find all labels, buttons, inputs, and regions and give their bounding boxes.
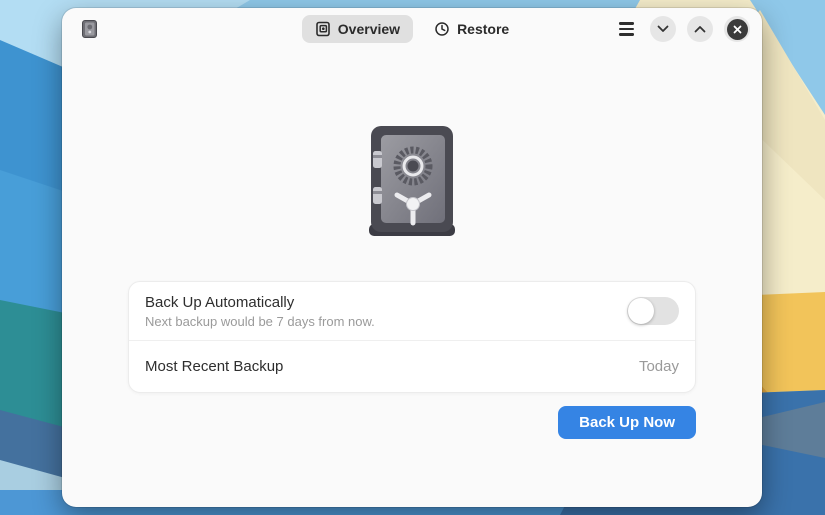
tab-overview[interactable]: Overview bbox=[302, 15, 413, 43]
auto-backup-row: Back Up Automatically Next backup would … bbox=[129, 282, 695, 340]
minimize-button[interactable] bbox=[650, 16, 676, 42]
recent-backup-title: Most Recent Backup bbox=[145, 358, 283, 375]
tab-restore[interactable]: Restore bbox=[421, 15, 522, 43]
chevron-up-icon bbox=[694, 25, 706, 33]
app-safe-icon bbox=[82, 20, 97, 38]
auto-backup-toggle[interactable] bbox=[627, 297, 679, 325]
backups-app-window: Overview Restore bbox=[62, 8, 762, 507]
maximize-button[interactable] bbox=[687, 16, 713, 42]
close-button[interactable] bbox=[724, 16, 750, 42]
clock-icon bbox=[434, 21, 450, 37]
toggle-knob bbox=[628, 298, 654, 324]
chevron-down-icon bbox=[657, 25, 669, 33]
safe-icon bbox=[315, 21, 331, 37]
tab-restore-label: Restore bbox=[457, 21, 509, 37]
recent-backup-row: Most Recent Backup Today bbox=[129, 340, 695, 392]
close-x-icon bbox=[727, 19, 748, 40]
button-area: Back Up Now bbox=[128, 406, 696, 439]
auto-backup-title: Back Up Automatically bbox=[145, 294, 375, 311]
headerbar: Overview Restore bbox=[62, 8, 762, 50]
tab-overview-label: Overview bbox=[338, 21, 400, 37]
overview-page: Back Up Automatically Next backup would … bbox=[62, 50, 762, 507]
hamburger-menu-icon bbox=[619, 22, 634, 24]
hamburger-menu-button[interactable] bbox=[613, 16, 639, 42]
headerbar-controls bbox=[613, 16, 750, 42]
back-up-now-button[interactable]: Back Up Now bbox=[558, 406, 696, 439]
recent-backup-value: Today bbox=[639, 358, 679, 375]
safe-vault-illustration bbox=[366, 124, 458, 238]
auto-backup-subtitle: Next backup would be 7 days from now. bbox=[145, 314, 375, 329]
backup-settings-card: Back Up Automatically Next backup would … bbox=[128, 281, 696, 393]
headerbar-left bbox=[74, 20, 97, 38]
